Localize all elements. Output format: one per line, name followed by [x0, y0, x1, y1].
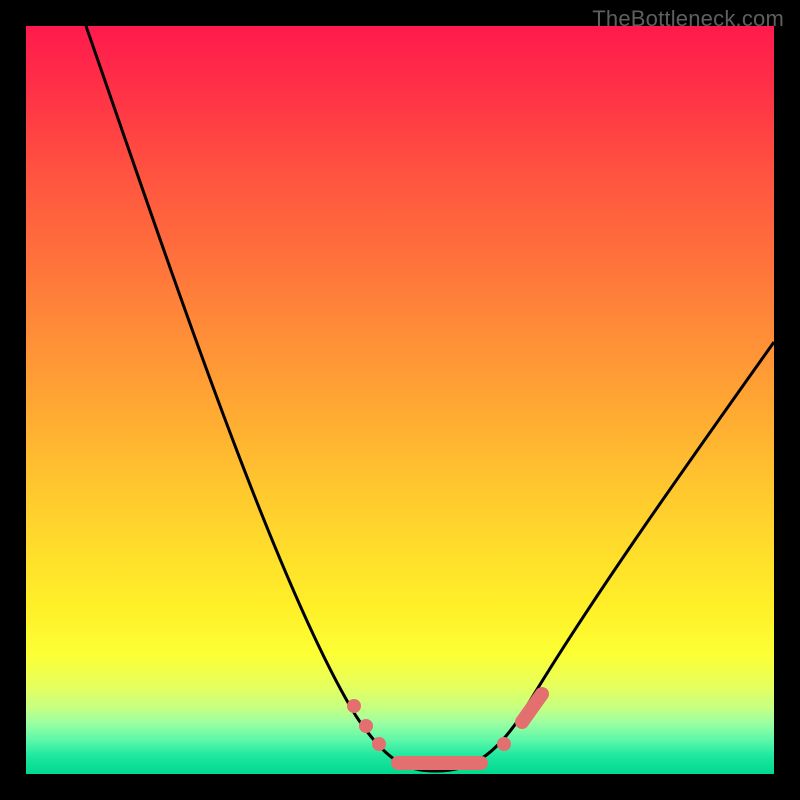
watermark-label: TheBottleneck.com [592, 6, 784, 32]
plot-area [26, 26, 774, 774]
marker-dot [372, 737, 386, 751]
marker-dot [359, 719, 373, 733]
bottleneck-curve-svg [26, 26, 774, 774]
bottleneck-curve [86, 26, 774, 771]
chart-frame: TheBottleneck.com [0, 0, 800, 800]
marker-dot [497, 737, 511, 751]
marker-segment [522, 694, 542, 722]
marker-dot [347, 699, 361, 713]
